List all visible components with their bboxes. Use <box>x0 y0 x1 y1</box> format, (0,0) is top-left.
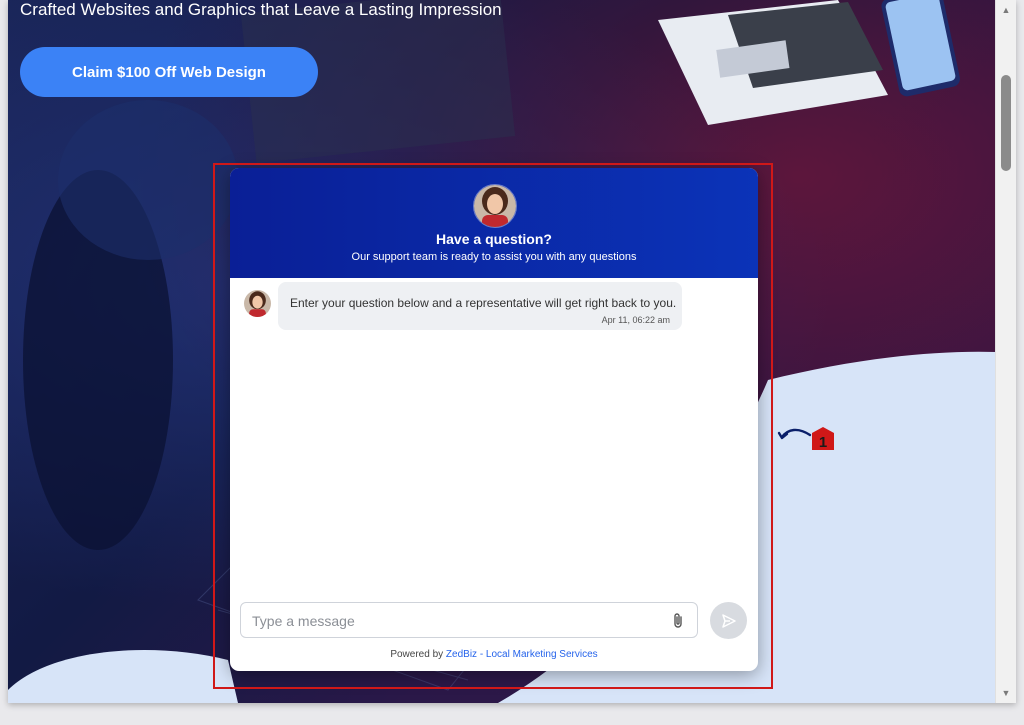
scroll-up-icon[interactable]: ▲ <box>996 0 1016 20</box>
scroll-thumb[interactable] <box>1001 75 1011 171</box>
highlight-box <box>213 163 773 689</box>
page-scrollbar[interactable]: ▲ ▼ <box>995 0 1016 703</box>
scroll-down-icon[interactable]: ▼ <box>996 683 1016 703</box>
claim-discount-button[interactable]: Claim $100 Off Web Design <box>20 47 318 97</box>
annotation-marker: 1 <box>777 427 834 451</box>
annotation-number: 1 <box>819 434 827 451</box>
hero-tagline: Crafted Websites and Graphics that Leave… <box>20 0 502 19</box>
